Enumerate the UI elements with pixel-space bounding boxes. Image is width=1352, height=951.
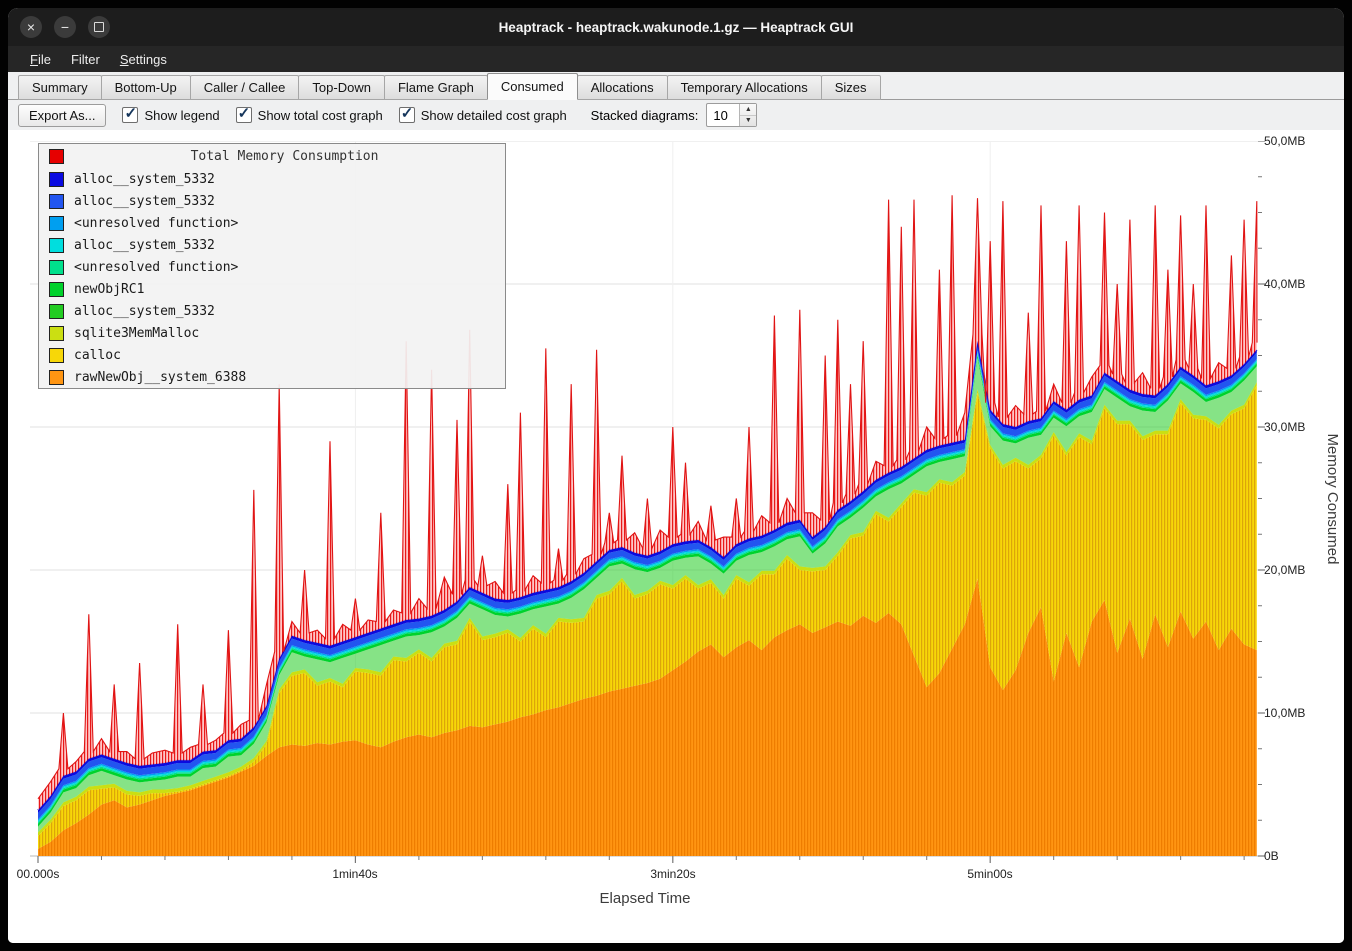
y-axis-title: Memory Consumed xyxy=(1324,434,1341,565)
close-icon: × xyxy=(27,20,35,34)
checkbox-label: Show legend xyxy=(144,108,219,123)
tab-flame-graph[interactable]: Flame Graph xyxy=(384,75,488,100)
y-axis-tick-label: 20,0MB xyxy=(1264,563,1305,577)
tab-allocations[interactable]: Allocations xyxy=(577,75,668,100)
tab-sizes[interactable]: Sizes xyxy=(821,75,881,100)
tab-temporary-allocations[interactable]: Temporary Allocations xyxy=(667,75,822,100)
tab-consumed[interactable]: Consumed xyxy=(487,73,578,100)
legend-color-swatch xyxy=(49,370,64,385)
legend-label: newObjRC1 xyxy=(74,282,144,297)
legend-label: <unresolved function> xyxy=(74,260,238,275)
legend-color-swatch xyxy=(49,304,64,319)
legend-color-swatch xyxy=(49,260,64,275)
legend-color-swatch xyxy=(49,172,64,187)
legend-row: alloc__system_5332 xyxy=(39,168,505,190)
window-title: Heaptrack - heaptrack.wakunode.1.gz — He… xyxy=(8,20,1344,35)
legend-color-swatch xyxy=(49,348,64,363)
legend-row: alloc__system_5332 xyxy=(39,300,505,322)
legend-row: newObjRC1 xyxy=(39,278,505,300)
stacked-diagrams-label: Stacked diagrams: xyxy=(591,108,699,123)
checkbox-label: Show detailed cost graph xyxy=(421,108,567,123)
menubar: File Filter Settings xyxy=(8,46,1344,72)
legend-label: rawNewObj__system_6388 xyxy=(74,370,246,385)
legend-label: sqlite3MemMalloc xyxy=(74,326,199,341)
stacked-diagrams-spinner[interactable]: 10 ▲ ▼ xyxy=(706,103,757,127)
x-axis-tick-label: 3min20s xyxy=(650,867,695,881)
x-axis-tick-label: 5min00s xyxy=(967,867,1012,881)
legend-color-swatch xyxy=(49,282,64,297)
spinner-up-icon[interactable]: ▲ xyxy=(740,104,756,116)
close-button[interactable]: × xyxy=(20,16,42,38)
window-controls: × − xyxy=(20,8,110,46)
show-detailed-cost-graph-checkbox[interactable]: Show detailed cost graph xyxy=(399,107,567,123)
y-axis-tick-label: 30,0MB xyxy=(1264,420,1305,434)
y-axis-tick-label: 0B xyxy=(1264,849,1279,863)
tab-bar: Summary Bottom-Up Caller / Callee Top-Do… xyxy=(8,72,1344,100)
show-legend-checkbox[interactable]: Show legend xyxy=(122,107,219,123)
legend-row: calloc xyxy=(39,344,505,366)
legend-color-swatch xyxy=(49,149,64,164)
titlebar[interactable]: × − Heaptrack - heaptrack.wakunode.1.gz … xyxy=(8,8,1344,46)
legend-label: alloc__system_5332 xyxy=(74,238,215,253)
legend-label: <unresolved function> xyxy=(74,216,238,231)
legend-color-swatch xyxy=(49,326,64,341)
export-as-button[interactable]: Export As... xyxy=(18,104,106,127)
show-total-cost-graph-checkbox[interactable]: Show total cost graph xyxy=(236,107,383,123)
spinner-buttons: ▲ ▼ xyxy=(739,104,756,126)
x-axis-tick-label: 00.000s xyxy=(17,867,60,881)
y-axis-tick-label: 40,0MB xyxy=(1264,277,1305,291)
spinner-value[interactable]: 10 xyxy=(707,104,739,126)
maximize-button[interactable] xyxy=(88,16,110,38)
tab-summary[interactable]: Summary xyxy=(18,75,102,100)
legend-row: alloc__system_5332 xyxy=(39,190,505,212)
legend-row: alloc__system_5332 xyxy=(39,234,505,256)
checkbox-label: Show total cost graph xyxy=(258,108,383,123)
legend-row: <unresolved function> xyxy=(39,212,505,234)
legend-label: alloc__system_5332 xyxy=(74,304,215,319)
legend-color-swatch xyxy=(49,216,64,231)
minimize-button[interactable]: − xyxy=(54,16,76,38)
minimize-icon: − xyxy=(61,20,69,34)
y-axis-tick-label: 50,0MB xyxy=(1264,134,1305,148)
x-axis-tick-label: 1min40s xyxy=(332,867,377,881)
maximize-icon xyxy=(94,22,104,32)
legend-label: alloc__system_5332 xyxy=(74,172,215,187)
tab-caller-callee[interactable]: Caller / Callee xyxy=(190,75,300,100)
legend-row: sqlite3MemMalloc xyxy=(39,322,505,344)
legend-label: alloc__system_5332 xyxy=(74,194,215,209)
checkbox-check-icon xyxy=(236,107,252,123)
menu-filter[interactable]: Filter xyxy=(61,49,110,70)
legend-title-row: Total Memory Consumption xyxy=(39,144,505,168)
legend-color-swatch xyxy=(49,194,64,209)
x-axis-title: Elapsed Time xyxy=(600,890,691,907)
menu-file[interactable]: File xyxy=(20,49,61,70)
chart-legend: Total Memory Consumption alloc__system_5… xyxy=(38,143,506,389)
tab-top-down[interactable]: Top-Down xyxy=(298,75,385,100)
menu-settings[interactable]: Settings xyxy=(110,49,177,70)
spinner-down-icon[interactable]: ▼ xyxy=(740,116,756,127)
tab-bottom-up[interactable]: Bottom-Up xyxy=(101,75,191,100)
consumed-chart: Total Memory Consumption alloc__system_5… xyxy=(8,130,1344,943)
checkbox-check-icon xyxy=(399,107,415,123)
toolbar: Export As... Show legend Show total cost… xyxy=(8,100,1344,130)
legend-title: Total Memory Consumption xyxy=(74,149,495,164)
legend-color-swatch xyxy=(49,238,64,253)
legend-row: rawNewObj__system_6388 xyxy=(39,366,505,388)
checkbox-check-icon xyxy=(122,107,138,123)
app-window: × − Heaptrack - heaptrack.wakunode.1.gz … xyxy=(8,8,1344,943)
y-axis-tick-label: 10,0MB xyxy=(1264,706,1305,720)
legend-label: calloc xyxy=(74,348,121,363)
legend-row: <unresolved function> xyxy=(39,256,505,278)
